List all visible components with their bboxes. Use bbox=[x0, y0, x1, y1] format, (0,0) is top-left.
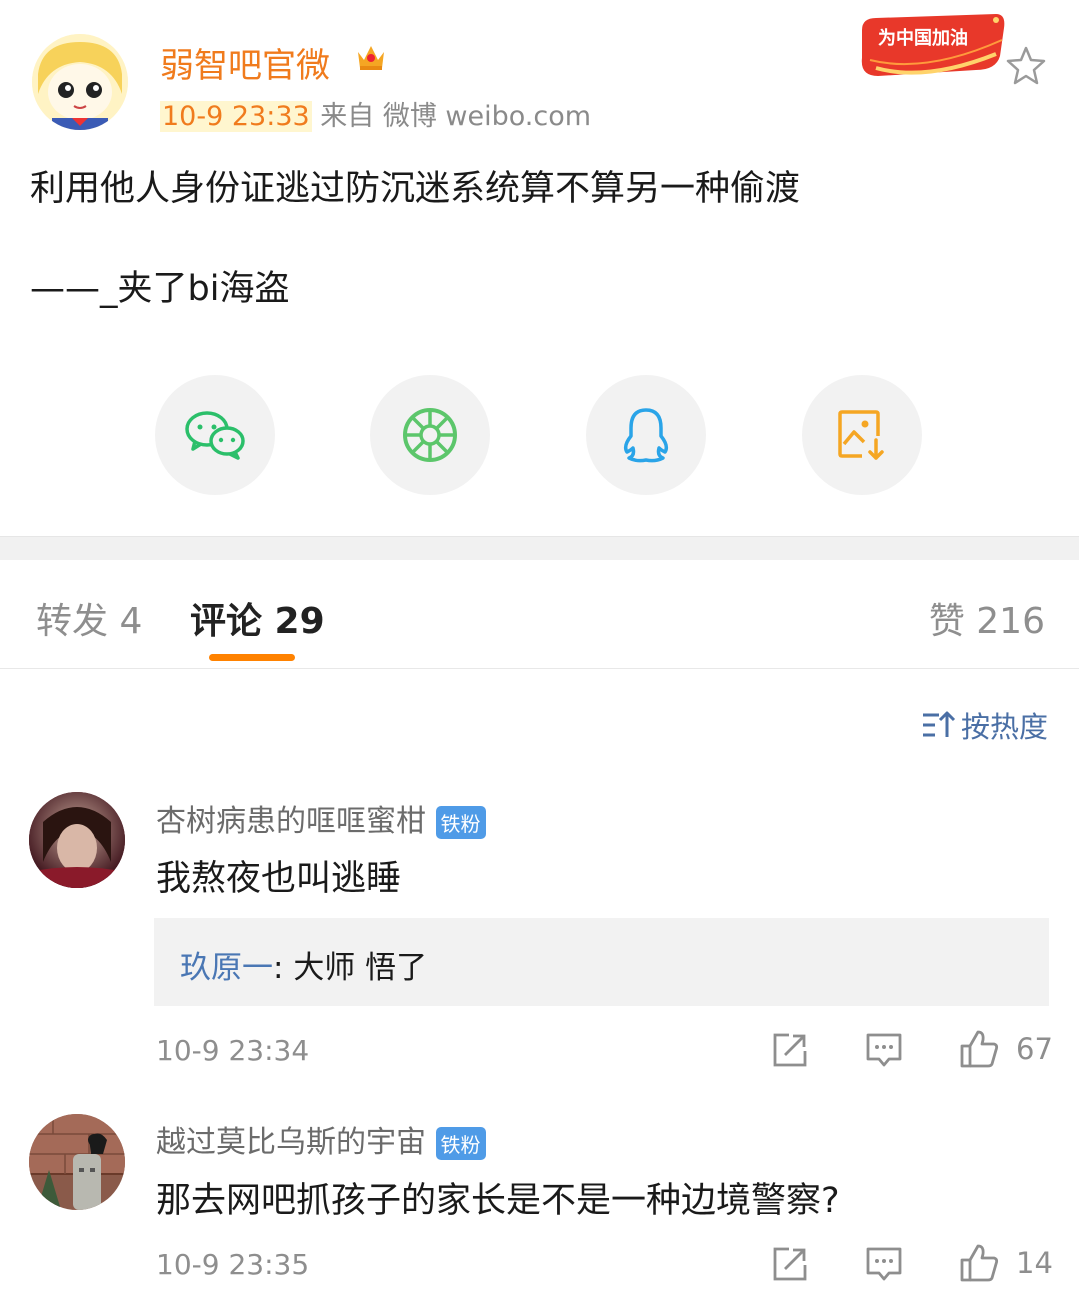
tab-like[interactable]: 赞 216 bbox=[929, 592, 1045, 644]
comment-icon bbox=[866, 1033, 902, 1067]
china-cheer-badge: 为中国加油 bbox=[856, 10, 1010, 82]
reply-text: 大师 悟了 bbox=[293, 950, 428, 986]
comment-username[interactable]: 杏树病患的哐哐蜜柑 铁粉 bbox=[156, 796, 486, 840]
post-text: 利用他人身份证逃过防沉迷系统算不算另一种偷渡 bbox=[30, 169, 801, 209]
post-source: 来自 微博 weibo.com bbox=[320, 101, 592, 132]
share-wechat-button[interactable] bbox=[155, 375, 275, 495]
comment-text: 我熬夜也叫逃睡 bbox=[156, 859, 402, 899]
tab-repost[interactable]: 转发 4 bbox=[36, 592, 142, 644]
comment-time: 10-9 23:35 bbox=[156, 1248, 310, 1281]
comment-icon bbox=[866, 1247, 902, 1281]
post-author-line: ——_夹了bi海盗 bbox=[30, 269, 290, 309]
poster-avatar[interactable] bbox=[32, 34, 128, 130]
sort-by-hot-button[interactable]: 按热度 bbox=[921, 704, 1048, 746]
fan-badge: 铁粉 bbox=[435, 1127, 486, 1160]
thumbs-up-icon bbox=[960, 1244, 999, 1282]
reply-line: 玖原一: 大师 悟了 bbox=[180, 942, 427, 987]
like-count: 14 bbox=[1016, 1246, 1053, 1280]
fan-badge: 铁粉 bbox=[435, 806, 486, 839]
qq-icon bbox=[623, 408, 669, 463]
vip-crown-icon bbox=[354, 40, 388, 74]
moments-icon bbox=[403, 408, 457, 462]
reply-comment-button[interactable] bbox=[865, 1031, 903, 1073]
reply-separator: : bbox=[273, 950, 294, 986]
poster-username[interactable]: 弱智吧官微 bbox=[160, 38, 330, 87]
comment-username-text[interactable]: 杏树病患的哐哐蜜柑 bbox=[156, 804, 426, 839]
forward-comment-button[interactable] bbox=[771, 1245, 809, 1287]
reply-comment-button[interactable] bbox=[865, 1245, 903, 1287]
reply-username[interactable]: 玖原一 bbox=[180, 950, 273, 986]
save-image-icon bbox=[838, 410, 884, 460]
favorite-star-icon[interactable] bbox=[1004, 44, 1048, 88]
commenter-avatar[interactable] bbox=[29, 792, 125, 888]
reply-preview[interactable]: 玖原一: 大师 悟了 bbox=[154, 918, 1049, 1006]
sort-icon bbox=[922, 711, 956, 737]
sort-label: 按热度 bbox=[960, 710, 1048, 744]
comment-username-text[interactable]: 越过莫比乌斯的宇宙 bbox=[156, 1125, 426, 1160]
comment-username[interactable]: 越过莫比乌斯的宇宙 铁粉 bbox=[156, 1117, 486, 1161]
wechat-icon bbox=[185, 411, 245, 460]
share-moments-button[interactable] bbox=[370, 375, 490, 495]
active-tab-indicator bbox=[209, 654, 295, 661]
share-out-icon bbox=[773, 1033, 807, 1067]
share-qq-button[interactable] bbox=[586, 375, 706, 495]
badge-text: 为中国加油 bbox=[878, 27, 968, 49]
thumbs-up-icon bbox=[960, 1030, 999, 1068]
like-comment-button[interactable]: 67 bbox=[958, 1028, 1053, 1070]
tab-divider bbox=[0, 668, 1079, 669]
comment-time: 10-9 23:34 bbox=[156, 1034, 310, 1067]
comment-text: 那去网吧抓孩子的家长是不是一种边境警察? bbox=[156, 1181, 840, 1221]
section-divider bbox=[0, 536, 1079, 560]
share-out-icon bbox=[773, 1247, 807, 1281]
like-count: 67 bbox=[1016, 1032, 1053, 1066]
post-meta: 10-9 23:33 来自 微博 weibo.com bbox=[160, 94, 591, 133]
tab-comment[interactable]: 评论 29 bbox=[190, 592, 325, 644]
save-image-button[interactable] bbox=[802, 375, 922, 495]
commenter-avatar[interactable] bbox=[29, 1114, 125, 1210]
forward-comment-button[interactable] bbox=[771, 1031, 809, 1073]
post-time: 10-9 23:33 bbox=[160, 101, 312, 132]
like-comment-button[interactable]: 14 bbox=[958, 1242, 1053, 1284]
